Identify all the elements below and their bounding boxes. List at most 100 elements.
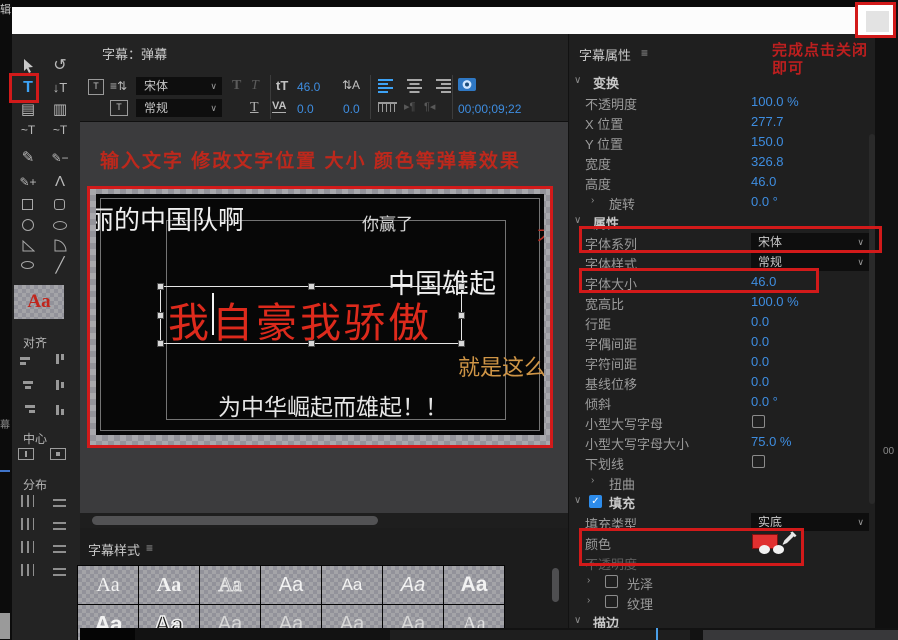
- style-swatch[interactable]: Aa: [444, 566, 504, 604]
- vertical-type-tool-icon[interactable]: ↓T: [48, 78, 72, 98]
- distribute-7-icon[interactable]: [21, 564, 34, 576]
- resize-handle[interactable]: [157, 312, 164, 319]
- path-type-tool-icon[interactable]: ~T: [16, 120, 40, 140]
- sheen-checkbox[interactable]: [605, 575, 618, 588]
- wedge-tool-icon[interactable]: [48, 237, 72, 257]
- style-swatch[interactable]: Aa: [78, 566, 138, 604]
- paragraph-forward-icon[interactable]: ▸¶: [404, 100, 415, 113]
- prop-distort[interactable]: ›扭曲: [569, 472, 876, 492]
- resize-handle[interactable]: [458, 312, 465, 319]
- texture-checkbox[interactable]: [605, 595, 618, 608]
- styles-vertical-scrollbar-thumb[interactable]: [552, 568, 559, 602]
- ellipse-tool-icon[interactable]: [53, 221, 67, 230]
- area-type-tool-icon[interactable]: ▤: [16, 100, 40, 120]
- section-fill[interactable]: ∨✓填充: [569, 492, 876, 512]
- section-transform[interactable]: ∨变换: [569, 72, 876, 92]
- align-middle-vertical-icon[interactable]: [52, 378, 67, 391]
- prop-rotation[interactable]: ›旋转0.0 °: [569, 192, 876, 212]
- timecode-display[interactable]: 00;00;09;22: [458, 102, 521, 116]
- resize-handle[interactable]: [308, 283, 315, 290]
- resize-handle[interactable]: [458, 283, 465, 290]
- convert-anchor-tool-icon[interactable]: Λ: [48, 172, 72, 192]
- distribute-2-icon[interactable]: [53, 495, 66, 507]
- video-preview[interactable]: 丽的中国队啊 你赢了 中国雄起 不 我自豪我骄傲: [96, 194, 544, 435]
- font-size-icon: tT: [276, 78, 288, 93]
- underline-checkbox[interactable]: [752, 455, 765, 468]
- font-style-dropdown[interactable]: 常规∨: [751, 253, 869, 271]
- kerning-value[interactable]: 0.0: [297, 102, 314, 116]
- close-icon[interactable]: [866, 11, 889, 32]
- tab-stops-icon[interactable]: [378, 102, 397, 112]
- rounded-rectangle-tool-icon[interactable]: [54, 199, 65, 210]
- triangle-tool-icon[interactable]: [16, 237, 40, 257]
- small-caps-checkbox[interactable]: [752, 415, 765, 428]
- style-sample-swatch[interactable]: Aa: [14, 285, 64, 319]
- font-size-value[interactable]: 46.0: [297, 80, 320, 94]
- paragraph-back-icon[interactable]: ¶◂: [424, 100, 435, 113]
- horizontal-scrollbar[interactable]: [80, 513, 568, 528]
- roll-crawl-icon[interactable]: ≡⇅: [110, 79, 127, 93]
- faux-italic-icon[interactable]: T: [251, 78, 259, 94]
- background-video-icon[interactable]: [458, 77, 478, 98]
- add-anchor-tool-icon[interactable]: ✎+: [16, 172, 40, 192]
- selected-danmaku-text[interactable]: 我自豪我骄傲: [168, 289, 432, 349]
- resize-handle[interactable]: [157, 283, 164, 290]
- rectangle-tool-icon[interactable]: [22, 199, 33, 210]
- align-center-horizontal-icon[interactable]: [20, 378, 35, 391]
- style-swatch[interactable]: Aa: [200, 566, 260, 604]
- panel-menu-icon[interactable]: ≡: [160, 45, 167, 59]
- align-bottom-icon[interactable]: [52, 402, 67, 415]
- properties-panel-menu-icon[interactable]: ≡: [641, 46, 648, 60]
- chevron-down-icon: ∨: [574, 615, 581, 626]
- font-family-select[interactable]: 宋体 ∨: [136, 77, 222, 95]
- circle-tool-icon[interactable]: [22, 219, 34, 231]
- distribute-6-icon[interactable]: [53, 541, 66, 553]
- style-swatch[interactable]: Aa: [261, 566, 321, 604]
- line-tool-icon[interactable]: ╱: [48, 256, 72, 276]
- delete-anchor-tool-icon[interactable]: ✎−: [48, 148, 72, 168]
- caption-templates-icon[interactable]: T: [110, 100, 128, 116]
- resize-handle[interactable]: [157, 340, 164, 347]
- prop-texture[interactable]: ›纹理: [569, 592, 876, 612]
- type-tool-icon[interactable]: T: [16, 78, 40, 98]
- pen-tool-icon[interactable]: ✎: [16, 148, 40, 168]
- distribute-8-icon[interactable]: [53, 564, 66, 576]
- rotation-tool-icon[interactable]: ↺: [48, 56, 72, 76]
- font-family-dropdown[interactable]: 宋体∨: [751, 233, 869, 251]
- align-top-icon[interactable]: [52, 354, 67, 367]
- new-caption-icon[interactable]: T: [88, 79, 104, 95]
- fill-checkbox[interactable]: ✓: [589, 495, 602, 508]
- align-right-text-icon[interactable]: [436, 78, 453, 98]
- center-vertical-icon[interactable]: [50, 448, 66, 460]
- vertical-area-type-tool-icon[interactable]: ▥: [48, 100, 72, 120]
- selection-tool-icon[interactable]: [16, 56, 40, 76]
- style-swatch[interactable]: Aa: [383, 566, 443, 604]
- prop-height: 高度46.0: [569, 172, 876, 192]
- prop-fill-color: 颜色: [569, 532, 876, 552]
- section-properties[interactable]: ∨属性: [569, 212, 876, 232]
- distribute-3-icon[interactable]: [21, 518, 34, 530]
- center-horizontal-icon[interactable]: [18, 448, 34, 460]
- vertical-path-type-tool-icon[interactable]: ~T: [48, 120, 72, 140]
- styles-panel-menu-icon[interactable]: ≡: [146, 541, 153, 555]
- faux-bold-icon[interactable]: T: [232, 78, 241, 94]
- leading-value[interactable]: 0.0: [343, 102, 360, 116]
- fill-type-dropdown[interactable]: 实底∨: [751, 513, 869, 531]
- font-style-select[interactable]: 常规 ∨: [136, 99, 222, 117]
- underline-icon[interactable]: T: [250, 100, 259, 116]
- style-swatch[interactable]: Aa: [139, 566, 199, 604]
- align-left-icon[interactable]: [20, 354, 35, 367]
- distribute-5-icon[interactable]: [21, 541, 34, 553]
- style-swatch[interactable]: Aa: [322, 566, 382, 604]
- resize-handle[interactable]: [458, 340, 465, 347]
- prop-sheen[interactable]: ›光泽: [569, 572, 876, 592]
- horizontal-scrollbar-thumb[interactable]: [92, 516, 378, 525]
- align-left-text-icon[interactable]: [378, 78, 395, 98]
- selected-text-box[interactable]: 我自豪我骄傲: [160, 286, 462, 344]
- resize-handle[interactable]: [308, 340, 315, 347]
- distribute-1-icon[interactable]: [21, 495, 34, 507]
- align-right-icon[interactable]: [20, 402, 35, 415]
- distribute-4-icon[interactable]: [53, 518, 66, 530]
- flat-ellipse-tool-icon[interactable]: [21, 261, 34, 269]
- align-center-text-icon[interactable]: [407, 78, 424, 98]
